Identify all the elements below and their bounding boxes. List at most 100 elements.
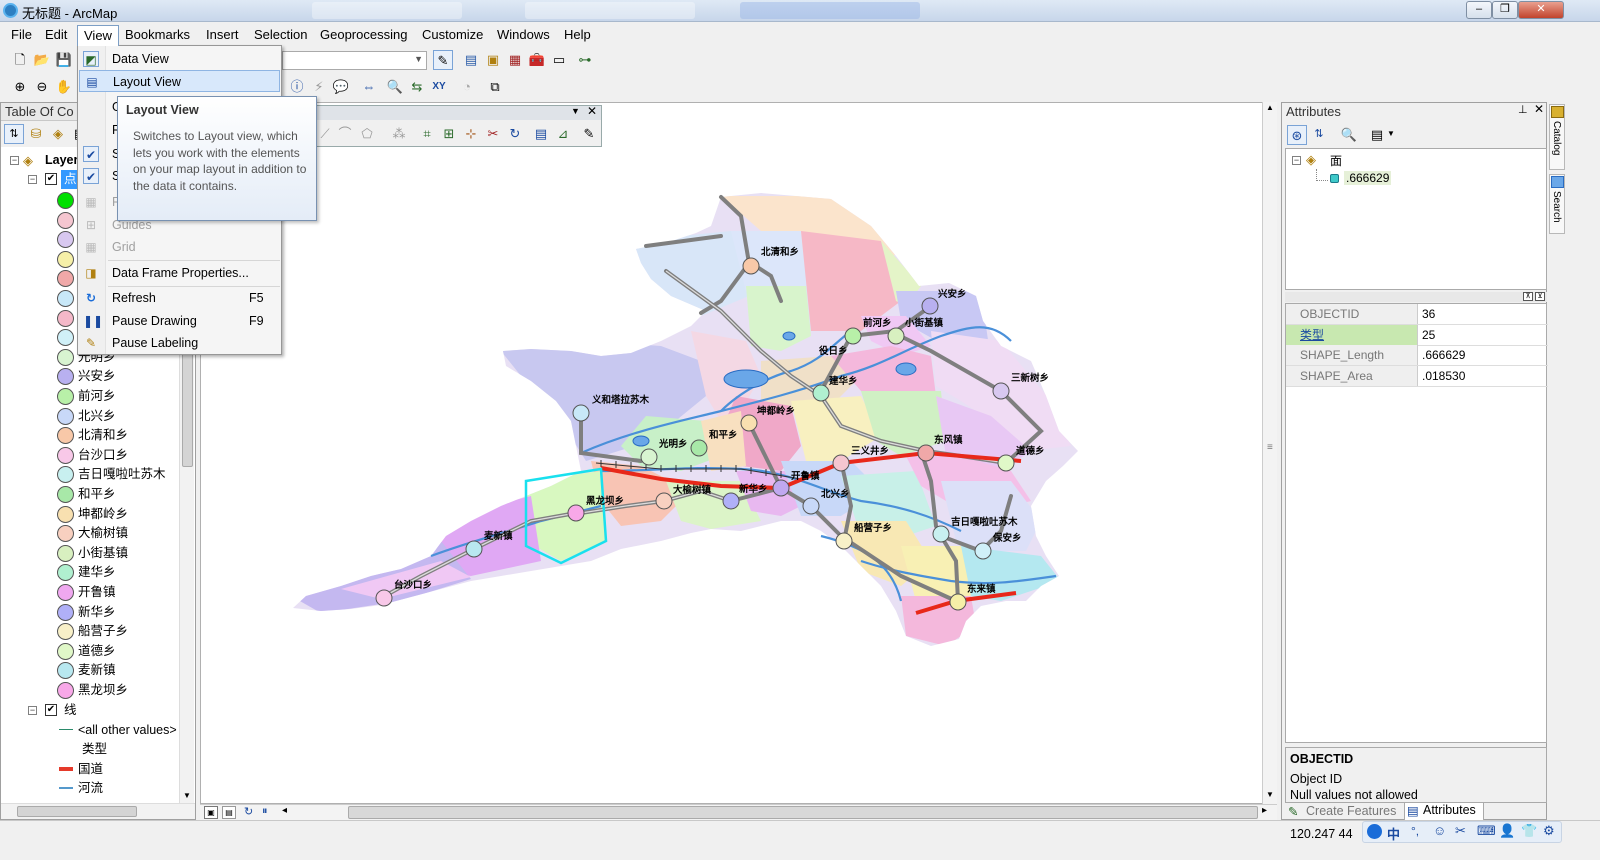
toc-root-label[interactable]: Layer: [45, 151, 78, 170]
sketch-properties-icon[interactable]: ⊿: [553, 124, 573, 144]
collapse-icon[interactable]: ⊼: [1523, 292, 1533, 301]
options-icon[interactable]: ▤: [1367, 125, 1387, 145]
hyperlink-icon[interactable]: ⚡: [309, 77, 329, 97]
go-to-xy-icon[interactable]: XY: [429, 77, 449, 97]
find-route-icon[interactable]: ⇆: [407, 77, 427, 97]
close-icon[interactable]: ✕: [587, 104, 597, 118]
expand-icon[interactable]: ⊻: [1535, 292, 1545, 301]
table-of-contents-icon[interactable]: ▤: [461, 50, 481, 70]
data-view-switch-icon[interactable]: ▣: [204, 806, 218, 819]
tree-collapse-toggle[interactable]: −: [28, 705, 37, 715]
tab-create-features[interactable]: ✎ Create Features: [1286, 804, 1404, 820]
tree-collapse-toggle[interactable]: −: [10, 156, 19, 165]
splitter[interactable]: ⊼ ⊻: [1285, 292, 1547, 302]
scroll-down-icon[interactable]: ▼: [1266, 790, 1274, 799]
menu-insert[interactable]: Insert: [200, 25, 245, 44]
vertex-edit-icon[interactable]: ⌗: [417, 124, 437, 144]
editor-toolbar-icon[interactable]: ✎: [433, 50, 453, 70]
menu-item-layout-view[interactable]: ▤ Layout View: [79, 70, 280, 92]
scatter-tool-icon[interactable]: ⁂: [389, 124, 409, 144]
list-by-drawing-order-icon[interactable]: ⇅: [4, 124, 24, 144]
menu-selection[interactable]: Selection: [248, 25, 313, 44]
attribute-field-value[interactable]: .666629: [1420, 345, 1548, 365]
viewer-window-icon[interactable]: ⧉: [485, 77, 505, 97]
menu-item-pause-labeling[interactable]: ✎ Pause Labeling: [79, 332, 280, 354]
close-button[interactable]: ✕: [1518, 1, 1564, 19]
pause-icon[interactable]: ⏸: [262, 805, 268, 818]
settings-gear-icon[interactable]: ⚙: [1543, 823, 1555, 839]
catalog-tab[interactable]: Catalog: [1549, 104, 1565, 170]
toc-layer-row[interactable]: − ✔ 线: [1, 701, 179, 720]
keyboard-icon[interactable]: ⌨: [1477, 823, 1496, 839]
find-icon[interactable]: 🔍: [385, 77, 405, 97]
skin-icon[interactable]: 👕: [1521, 823, 1537, 839]
time-slider-icon[interactable]: ◔: [457, 77, 477, 97]
attribute-row[interactable]: 类型 25: [1286, 324, 1548, 346]
python-window-icon[interactable]: ▭: [549, 50, 569, 70]
toc-horizontal-scrollbar[interactable]: [1, 803, 195, 819]
open-folder-icon[interactable]: 📂: [32, 50, 52, 70]
scroll-grip-icon[interactable]: ≡: [1267, 442, 1273, 453]
punctuation-icon[interactable]: °,: [1411, 824, 1419, 838]
sort-fields-icon[interactable]: ⇅: [1309, 125, 1329, 145]
attribute-row[interactable]: SHAPE_Area .018530: [1286, 365, 1548, 387]
restore-button[interactable]: ❐: [1492, 1, 1518, 19]
chevron-down-icon[interactable]: ▼: [1387, 129, 1395, 138]
arctoolbox-icon[interactable]: 🧰: [527, 50, 547, 70]
scroll-right-icon[interactable]: ▸: [1262, 805, 1267, 816]
zoom-in-icon[interactable]: ⊕: [10, 77, 30, 97]
menu-windows[interactable]: Windows: [491, 25, 556, 44]
menu-item-refresh[interactable]: ↻ Refresh F5: [79, 287, 280, 309]
menu-view[interactable]: View: [77, 25, 119, 46]
scroll-up-icon[interactable]: ▲: [1266, 103, 1274, 112]
user-icon[interactable]: 👤: [1499, 823, 1515, 839]
toc-hscroll-thumb[interactable]: [17, 806, 137, 817]
attributes-icon[interactable]: ▤: [531, 124, 551, 144]
scroll-down-icon[interactable]: ▼: [183, 791, 191, 800]
attribute-field-value[interactable]: 25: [1420, 325, 1548, 345]
close-icon[interactable]: ✕: [1534, 102, 1544, 116]
map-scale-dropdown[interactable]: ▼: [282, 51, 427, 70]
refresh-icon[interactable]: ↻: [244, 805, 253, 818]
tab-attributes[interactable]: ▤ Attributes: [1404, 803, 1484, 821]
search-tab[interactable]: Search: [1549, 174, 1565, 234]
tree-collapse-toggle[interactable]: −: [28, 175, 37, 184]
menu-edit[interactable]: Edit: [39, 25, 73, 44]
map-canvas[interactable]: 北清和乡 兴安乡 前河乡 小街基镇 役日乡 建华乡 三新树乡 义和塔拉苏木 坤都…: [201, 103, 1277, 804]
tree-feature-label[interactable]: .666629: [1344, 171, 1392, 185]
list-by-source-icon[interactable]: ⛁: [26, 124, 46, 144]
new-document-icon[interactable]: 🗋: [10, 50, 30, 70]
scroll-left-icon[interactable]: ◂: [282, 805, 287, 816]
scissors-icon[interactable]: ✂: [1455, 823, 1466, 839]
attribute-row[interactable]: SHAPE_Length .666629: [1286, 345, 1548, 366]
pin-icon[interactable]: ⊥: [1518, 103, 1528, 116]
map-hscroll-thumb[interactable]: [348, 806, 1258, 819]
menu-item-data-frame-properties[interactable]: ◨ Data Frame Properties...: [79, 262, 280, 284]
toc-layer-label[interactable]: 线: [64, 701, 77, 720]
menu-file[interactable]: File: [5, 25, 38, 44]
polygon-tool-icon[interactable]: ⬠: [357, 124, 377, 144]
tree-root-label[interactable]: 面: [1330, 152, 1342, 169]
menu-geoprocessing[interactable]: Geoprocessing: [314, 25, 413, 44]
html-popup-icon[interactable]: 💬: [331, 77, 351, 97]
map-horizontal-scrollbar[interactable]: ▣ ▤ ↻ ⏸ ◂ ▸: [200, 804, 1277, 820]
layout-view-switch-icon[interactable]: ▤: [222, 806, 236, 819]
reshape-icon[interactable]: ⊞: [439, 124, 459, 144]
ime-logo-icon[interactable]: [1367, 824, 1382, 839]
search-window-icon[interactable]: ▦: [505, 50, 525, 70]
split-icon[interactable]: ⊹: [461, 124, 481, 144]
zoom-to-feature-icon[interactable]: 🔍: [1339, 125, 1359, 145]
menu-customize[interactable]: Customize: [416, 25, 489, 44]
save-icon[interactable]: 💾: [54, 50, 74, 70]
menu-item-pause-drawing[interactable]: ❚❚ Pause Drawing F9: [79, 310, 280, 332]
floating-toolbar-titlebar[interactable]: ▼ ✕: [307, 104, 601, 120]
map-vertical-scrollbar[interactable]: ▲ ≡ ▼: [1262, 102, 1277, 804]
identify-icon[interactable]: ⓘ: [287, 77, 307, 97]
cut-polygon-icon[interactable]: ✂: [483, 124, 503, 144]
layer-visibility-checkbox[interactable]: ✔: [45, 703, 57, 716]
attribute-row[interactable]: OBJECTID 36: [1286, 304, 1548, 325]
menu-bookmarks[interactable]: Bookmarks: [119, 25, 196, 44]
emoji-icon[interactable]: ☺: [1433, 823, 1446, 838]
attribute-field-value[interactable]: .018530: [1420, 366, 1548, 386]
catalog-window-icon[interactable]: ▣: [483, 50, 503, 70]
